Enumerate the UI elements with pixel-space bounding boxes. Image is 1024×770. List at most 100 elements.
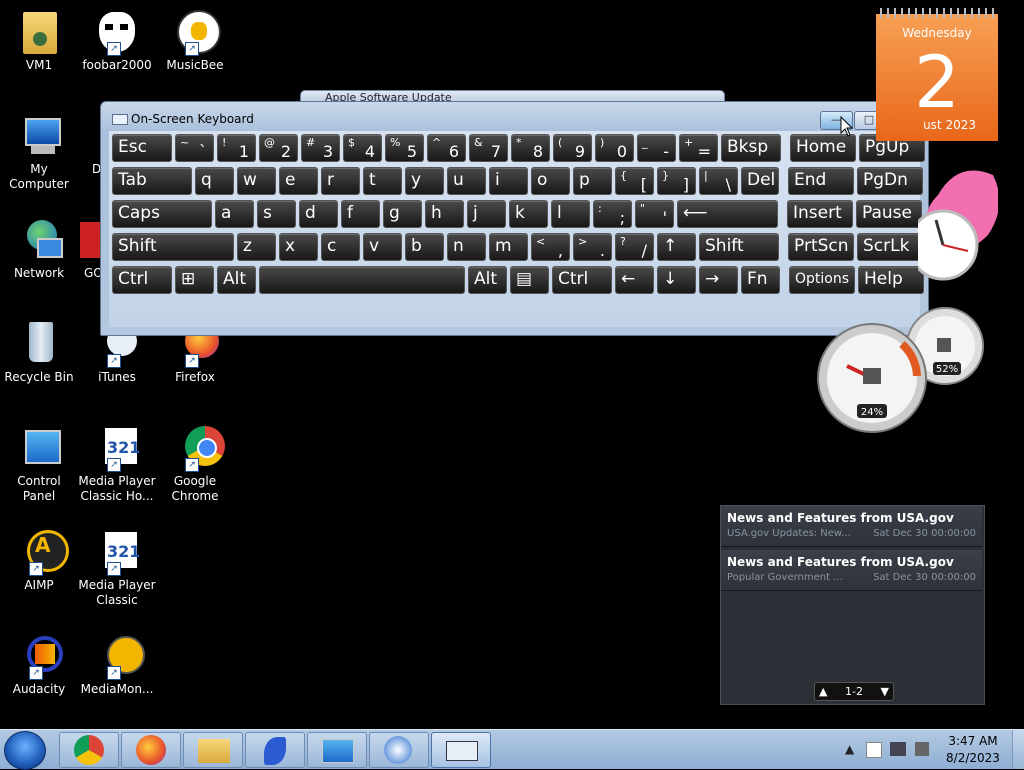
key[interactable]: Fn: [741, 266, 780, 294]
clock-time[interactable]: 3:47 AM: [944, 734, 1002, 748]
key[interactable]: Shift: [699, 233, 779, 261]
key[interactable]: m: [489, 233, 528, 261]
desktop-icon-aimp[interactable]: A ↗ AIMP: [0, 528, 78, 593]
key[interactable]: " ': [635, 200, 674, 228]
key[interactable]: b: [405, 233, 444, 261]
clock-date[interactable]: 8/2/2023: [944, 751, 1002, 765]
key[interactable]: [259, 266, 465, 294]
previous-page-icon[interactable]: ▲: [819, 683, 827, 700]
key[interactable]: End: [788, 167, 854, 195]
key[interactable]: ~ `: [175, 134, 214, 162]
key[interactable]: o: [531, 167, 570, 195]
taskbar-media-button[interactable]: [369, 732, 429, 768]
key[interactable]: Pause: [856, 200, 922, 228]
key[interactable]: y: [405, 167, 444, 195]
key[interactable]: }]: [657, 167, 696, 195]
key[interactable]: Insert: [787, 200, 853, 228]
taskbar-firefox-button[interactable]: [121, 732, 181, 768]
key[interactable]: <,: [531, 233, 570, 261]
key[interactable]: Home: [790, 134, 856, 162]
key[interactable]: Shift: [112, 233, 234, 261]
key[interactable]: q: [195, 167, 234, 195]
key[interactable]: g: [383, 200, 422, 228]
taskbar-control-panel-button[interactable]: [307, 732, 367, 768]
key[interactable]: PrtScn: [788, 233, 854, 261]
taskbar-app-button[interactable]: [245, 732, 305, 768]
taskbar-osk-button[interactable]: [431, 732, 491, 768]
show-desktop-button[interactable]: [1012, 730, 1024, 769]
desktop-icon-vm1[interactable]: VM1: [0, 8, 78, 73]
key[interactable]: ? /: [615, 233, 654, 261]
key[interactable]: r: [321, 167, 360, 195]
desktop-icon-my-computer[interactable]: My Computer: [0, 112, 78, 192]
key[interactable]: Esc: [112, 134, 172, 162]
desktop-icon-mpc[interactable]: 321 ↗ Media Player Classic: [78, 528, 156, 608]
on-screen-keyboard-window[interactable]: On-Screen Keyboard — □ ✕ Esc~`!1@2#3$4%5…: [100, 101, 929, 336]
key[interactable]: * 8: [511, 134, 550, 162]
desktop-icon-network[interactable]: Network: [0, 216, 78, 281]
desktop-icon-recycle-bin[interactable]: Recycle Bin: [0, 320, 78, 385]
rss-item[interactable]: News and Features from USA.gov Popular G…: [721, 550, 982, 591]
key[interactable]: #3: [301, 134, 340, 162]
key[interactable]: x: [279, 233, 318, 261]
key[interactable]: c: [321, 233, 360, 261]
desktop-icon-mpc-home[interactable]: 321 ↗ Media Player Classic Ho...: [78, 424, 156, 504]
key[interactable]: a: [215, 200, 254, 228]
calendar-gadget[interactable]: Wednesday 2 ust 2023: [876, 8, 998, 141]
key[interactable]: Alt: [217, 266, 256, 294]
key[interactable]: v: [363, 233, 402, 261]
desktop-icon-google-chrome[interactable]: ↗ Google Chrome: [156, 424, 234, 504]
key[interactable]: ▤: [510, 266, 549, 294]
key[interactable]: l: [551, 200, 590, 228]
key[interactable]: Caps: [112, 200, 212, 228]
key[interactable]: p: [573, 167, 612, 195]
key[interactable]: {[: [615, 167, 654, 195]
key[interactable]: (9: [553, 134, 592, 162]
desktop-icon-partial-go[interactable]: GO: [78, 216, 100, 281]
tray-show-hidden-icon[interactable]: ▲: [845, 742, 854, 756]
key[interactable]: z: [237, 233, 276, 261]
key[interactable]: f: [341, 200, 380, 228]
desktop-icon-partial-d[interactable]: D: [78, 112, 100, 177]
rss-feed-gadget[interactable]: News and Features from USA.gov USA.gov U…: [720, 505, 985, 705]
action-center-icon[interactable]: [866, 742, 882, 758]
key[interactable]: ! 1: [217, 134, 256, 162]
key[interactable]: w: [237, 167, 276, 195]
key[interactable]: k: [509, 200, 548, 228]
key[interactable]: Ctrl: [552, 266, 612, 294]
key[interactable]: Tab: [112, 167, 192, 195]
key[interactable]: + =: [679, 134, 718, 162]
key[interactable]: Options: [789, 266, 855, 294]
taskbar-chrome-button[interactable]: [59, 732, 119, 768]
key[interactable]: :;: [593, 200, 632, 228]
key[interactable]: j: [467, 200, 506, 228]
taskbar-explorer-button[interactable]: [183, 732, 243, 768]
key[interactable]: Help: [858, 266, 924, 294]
key[interactable]: Ctrl: [112, 266, 172, 294]
desktop-icon-musicbee[interactable]: ↗ MusicBee: [156, 8, 234, 73]
key[interactable]: e: [279, 167, 318, 195]
key[interactable]: s: [257, 200, 296, 228]
key[interactable]: n: [447, 233, 486, 261]
key[interactable]: @2: [259, 134, 298, 162]
network-tray-icon[interactable]: [890, 742, 906, 756]
key[interactable]: ScrLk: [857, 233, 923, 261]
start-button[interactable]: [4, 731, 46, 770]
desktop-icon-control-panel[interactable]: Control Panel: [0, 424, 78, 504]
key[interactable]: _ -: [637, 134, 676, 162]
key[interactable]: ↑: [657, 233, 696, 261]
next-page-icon[interactable]: ▼: [881, 683, 889, 700]
key[interactable]: d: [299, 200, 338, 228]
key[interactable]: $4: [343, 134, 382, 162]
cpu-meter-gadget[interactable]: 24% 52%: [817, 306, 989, 434]
desktop-icon-mediamonkey[interactable]: ↗ MediaMon...: [78, 632, 156, 697]
clock-gadget[interactable]: [918, 165, 998, 287]
key[interactable]: & 7: [469, 134, 508, 162]
key[interactable]: ⟵: [677, 200, 778, 228]
key[interactable]: Bksp: [721, 134, 781, 162]
key[interactable]: | \: [699, 167, 738, 195]
key[interactable]: ⊞: [175, 266, 214, 294]
key[interactable]: >.: [573, 233, 612, 261]
key[interactable]: ↓: [657, 266, 696, 294]
rss-item[interactable]: News and Features from USA.gov USA.gov U…: [721, 506, 982, 547]
